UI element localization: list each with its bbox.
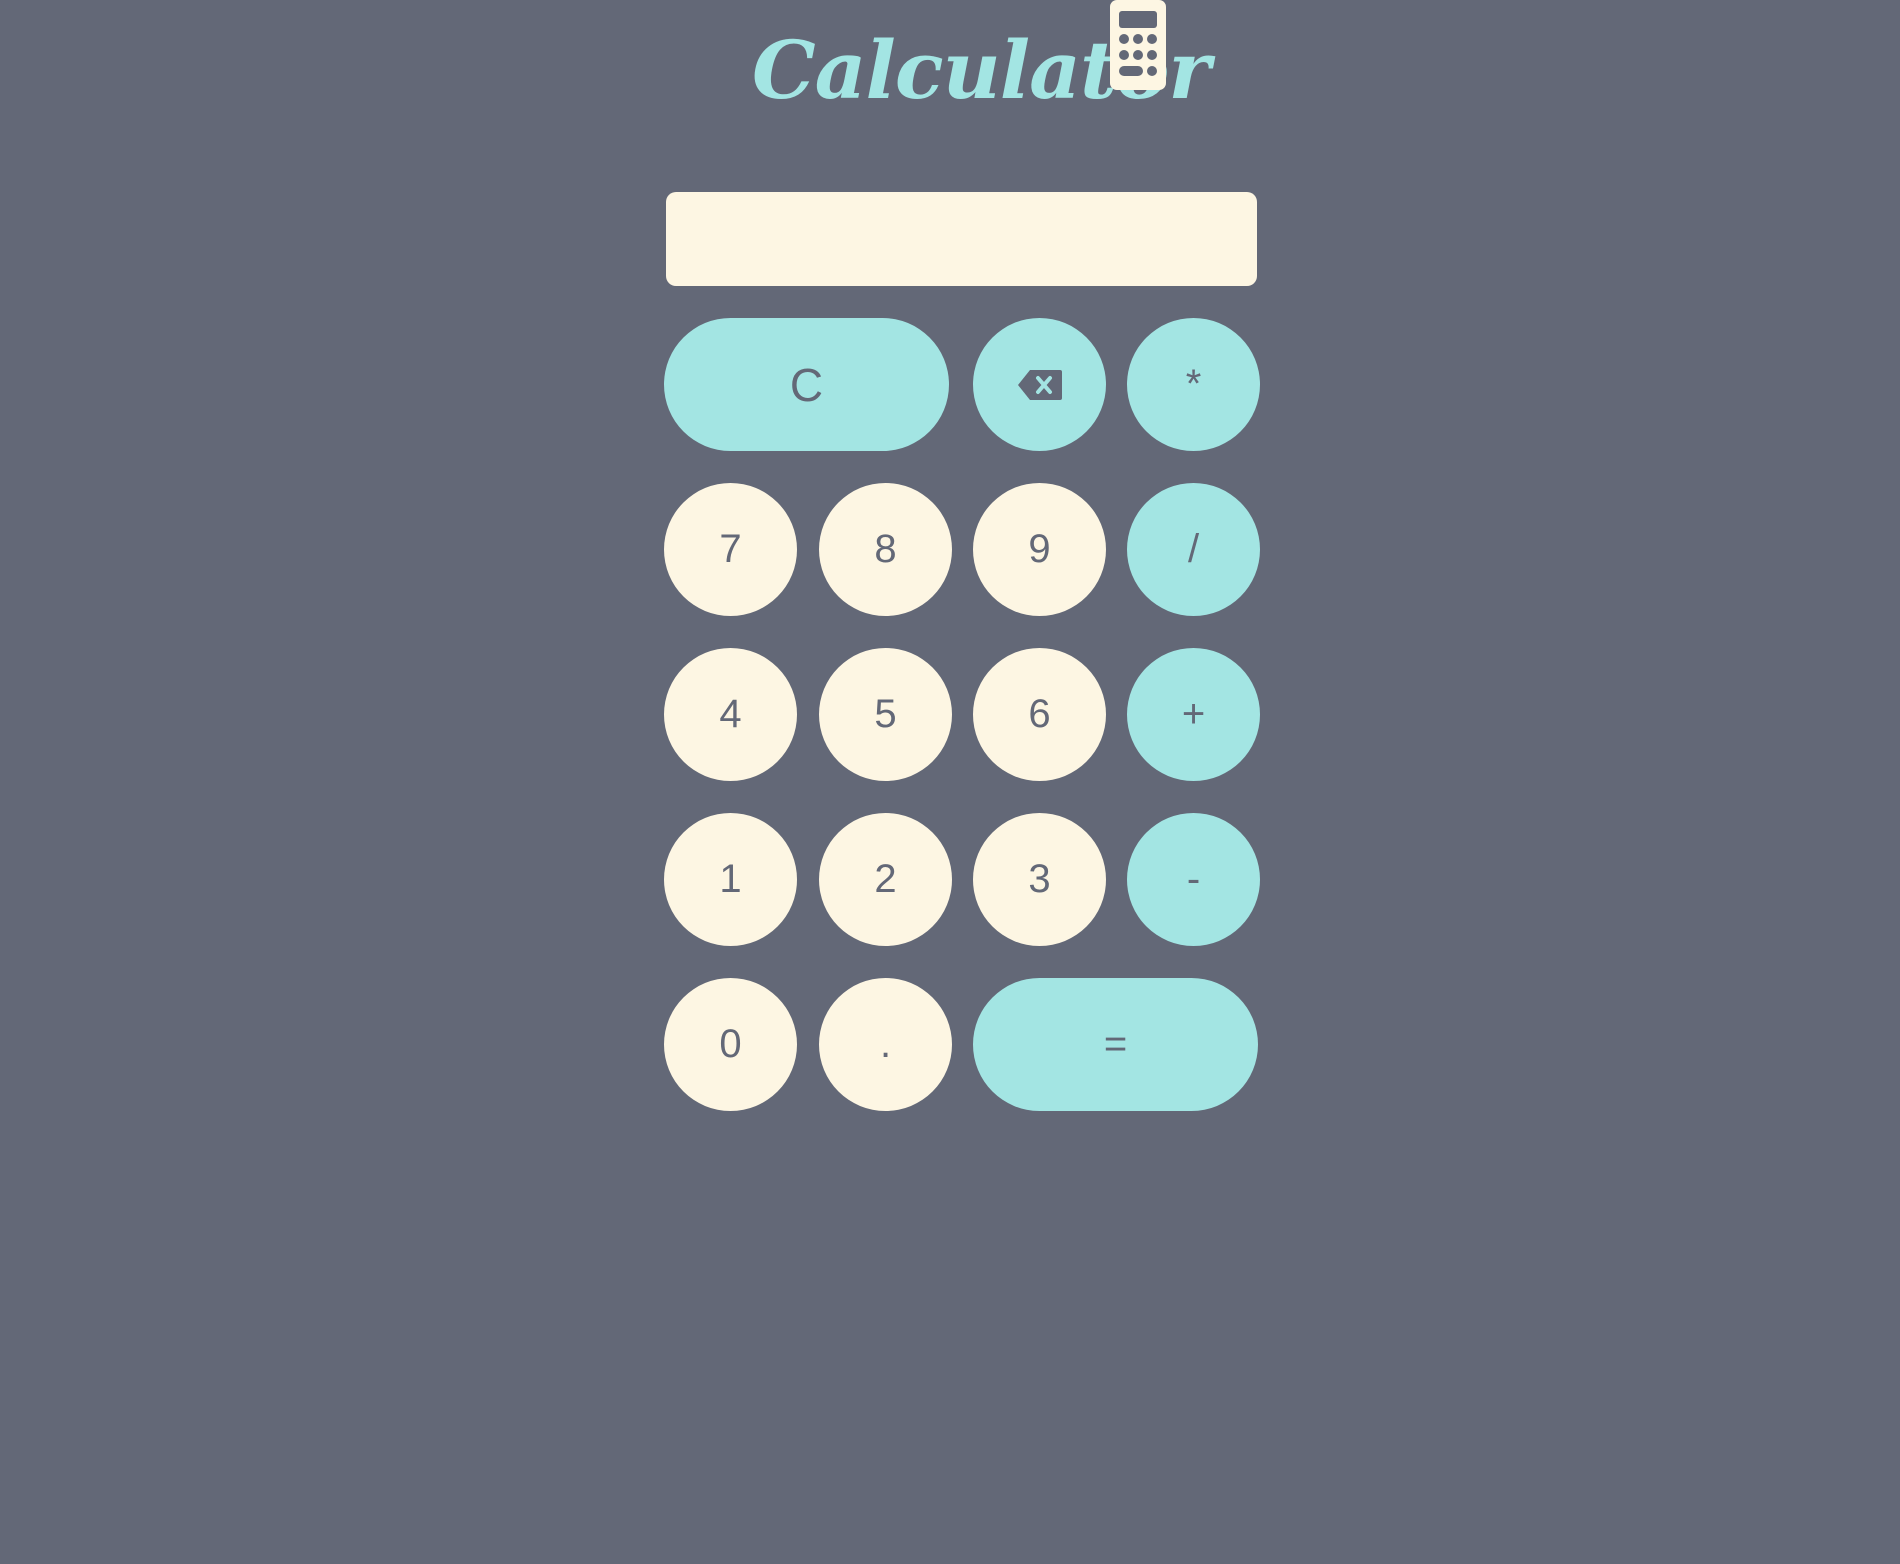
digit-4-label: 4 — [719, 692, 742, 736]
digit-6-label: 6 — [1028, 692, 1051, 736]
decimal-label: . — [879, 1022, 892, 1066]
digit-2-button[interactable]: 2 — [819, 813, 952, 946]
backspace-icon — [1017, 369, 1062, 400]
equals-label: = — [1103, 1022, 1128, 1066]
digit-1-label: 1 — [719, 857, 742, 901]
subtract-label: - — [1186, 857, 1201, 901]
digit-7-label: 7 — [719, 527, 742, 571]
digit-2-label: 2 — [874, 857, 897, 901]
calculator-display[interactable] — [666, 192, 1257, 286]
digit-8-label: 8 — [874, 527, 897, 571]
digit-4-button[interactable]: 4 — [664, 648, 797, 781]
digit-0-label: 0 — [719, 1022, 742, 1066]
add-label: + — [1181, 692, 1206, 736]
digit-5-label: 5 — [874, 692, 897, 736]
digit-8-button[interactable]: 8 — [819, 483, 952, 616]
divide-label: / — [1187, 527, 1200, 571]
decimal-button[interactable]: . — [819, 978, 952, 1111]
digit-0-button[interactable]: 0 — [664, 978, 797, 1111]
digit-6-button[interactable]: 6 — [973, 648, 1106, 781]
calculator-icon — [1110, 0, 1166, 90]
digit-5-button[interactable]: 5 — [819, 648, 952, 781]
multiply-button[interactable]: * — [1127, 318, 1260, 451]
clear-button[interactable]: C — [664, 318, 949, 451]
multiply-label: * — [1185, 362, 1202, 406]
digit-3-button[interactable]: 3 — [973, 813, 1106, 946]
add-button[interactable]: + — [1127, 648, 1260, 781]
subtract-button[interactable]: - — [1127, 813, 1260, 946]
clear-label: C — [789, 358, 824, 411]
backspace-button[interactable] — [973, 318, 1106, 451]
digit-7-button[interactable]: 7 — [664, 483, 797, 616]
digit-3-label: 3 — [1028, 857, 1051, 901]
equals-button[interactable]: = — [973, 978, 1258, 1111]
digit-1-button[interactable]: 1 — [664, 813, 797, 946]
header: Calculator — [0, 0, 1900, 140]
divide-button[interactable]: / — [1127, 483, 1260, 616]
digit-9-label: 9 — [1028, 527, 1051, 571]
digit-9-button[interactable]: 9 — [973, 483, 1106, 616]
